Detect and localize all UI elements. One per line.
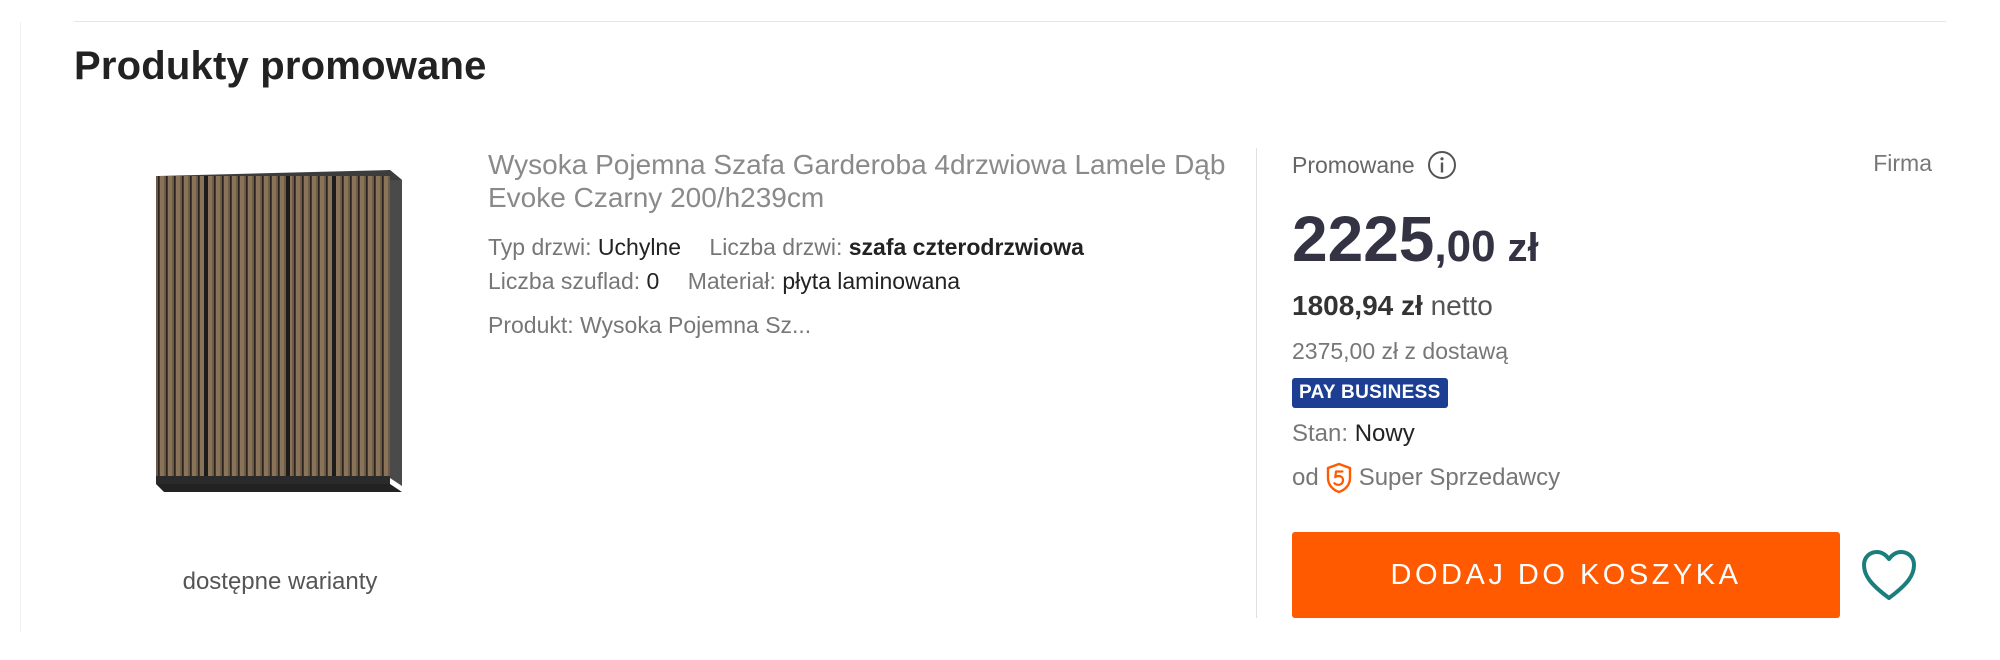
product-params: Typ drzwi: Uchylne Liczba drzwi: szafa c… <box>488 230 1248 298</box>
offer-panel: Promowane Firma 2225,00 zł 1808,94 zł net… <box>1292 150 1932 630</box>
add-to-cart-button[interactable]: DODAJ DO KOSZYKA <box>1292 532 1840 618</box>
net-price: 1808,94 zł netto <box>1292 290 1493 322</box>
param-label: Liczba drzwi: <box>709 234 843 260</box>
product-info: Wysoka Pojemna Szafa Garderoba 4drzwiowa… <box>488 148 1248 339</box>
promo-label: Promowane <box>1292 151 1415 178</box>
price-integer: 2225 <box>1292 203 1435 275</box>
condition: Stan: Nowy <box>1292 420 1415 448</box>
seller-info: od Super Sprzedawcy <box>1292 462 1560 494</box>
product-image[interactable] <box>152 156 402 492</box>
top-divider <box>74 21 1946 22</box>
promo-row: Promowane <box>1292 150 1457 180</box>
delivery-price: 2375,00 zł z dostawą <box>1292 338 1509 364</box>
param-door-type: Typ drzwi: Uchylne <box>488 234 681 260</box>
param-drawers: Liczba szuflad: 0 <box>488 268 659 294</box>
param-door-count: Liczba drzwi: szafa czterodrzwiowa <box>709 234 1084 260</box>
param-label: Materiał: <box>687 268 776 294</box>
info-icon[interactable] <box>1427 150 1457 180</box>
pay-business-badge: PAY BUSINESS <box>1292 378 1448 408</box>
param-value: Uchylne <box>597 234 682 260</box>
net-price-value: 1808,94 zł <box>1292 290 1423 321</box>
price: 2225,00 zł <box>1292 202 1539 276</box>
net-price-label: netto <box>1430 290 1493 321</box>
product-card: dostępne warianty Wysoka Pojemna Szafa G… <box>0 120 2000 640</box>
param-label: Typ drzwi: <box>488 234 592 260</box>
seller-prefix: od <box>1292 464 1319 491</box>
condition-label: Stan: <box>1292 420 1349 447</box>
section-title: Produkty promowane <box>74 44 487 88</box>
param-value: płyta laminowana <box>782 268 961 294</box>
seller-name: Super Sprzedawcy <box>1358 464 1561 491</box>
heart-icon[interactable] <box>1860 548 1918 602</box>
price-decimal: ,00 <box>1434 222 1496 271</box>
param-value: 0 <box>646 268 660 294</box>
column-divider <box>1256 148 1257 618</box>
param-label: Liczba szuflad: <box>488 268 641 294</box>
param-value: szafa czterodrzwiowa <box>848 234 1084 260</box>
product-title[interactable]: Wysoka Pojemna Szafa Garderoba 4drzwiowa… <box>488 148 1248 214</box>
condition-value: Nowy <box>1354 420 1415 447</box>
param-material: Materiał: płyta laminowana <box>688 268 960 294</box>
price-currency: zł <box>1507 226 1539 270</box>
super-seller-icon <box>1326 462 1351 494</box>
variants-link[interactable]: dostępne warianty <box>110 568 450 596</box>
seller-type: Firma <box>1873 150 1932 176</box>
product-line: Produkt: Wysoka Pojemna Sz... <box>488 312 812 338</box>
